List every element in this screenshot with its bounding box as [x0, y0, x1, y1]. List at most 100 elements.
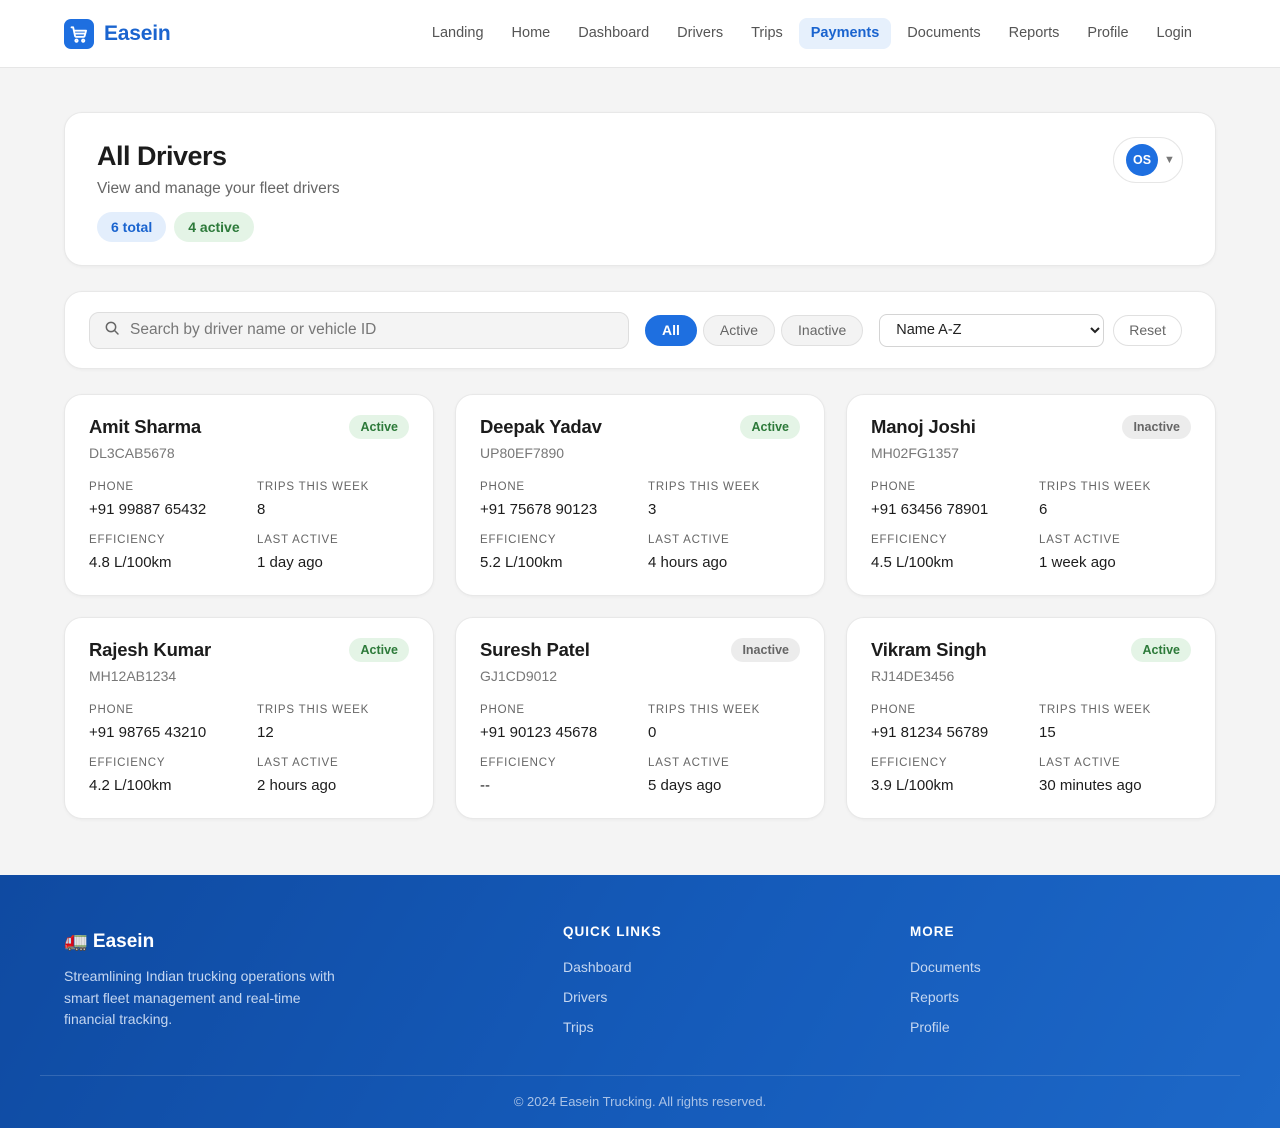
footer-link-documents[interactable]: Documents: [910, 959, 981, 975]
trips-value: 6: [1039, 501, 1048, 518]
nav-drivers[interactable]: Drivers: [665, 18, 735, 49]
page-header-card: All Drivers View and manage your fleet d…: [64, 112, 1216, 266]
brand[interactable]: Easein: [64, 18, 171, 49]
sort-select[interactable]: Name A-Z: [879, 313, 1105, 347]
status-badge: Active: [349, 415, 409, 439]
footer-link-dashboard[interactable]: Dashboard: [563, 959, 662, 975]
search-box: [89, 311, 629, 349]
nav-reports[interactable]: Reports: [997, 18, 1072, 49]
brand-name: Easein: [104, 21, 171, 45]
efficiency-label: EFFICIENCY: [480, 757, 557, 769]
phone-value: +91 75678 90123: [480, 501, 598, 518]
efficiency-field: EFFICIENCY --: [480, 757, 648, 794]
phone-value: +91 81234 56789: [871, 724, 989, 741]
driver-card[interactable]: Manoj Joshi MH02FG1357 Inactive PHONE +9…: [846, 394, 1216, 596]
last-active-value: 5 days ago: [648, 777, 722, 794]
active-drivers-badge: 4 active: [174, 212, 254, 242]
nav-documents[interactable]: Documents: [895, 18, 992, 49]
trips-field: TRIPS THIS WEEK 12: [257, 704, 409, 741]
driver-card[interactable]: Suresh Patel GJ1CD9012 Inactive PHONE +9…: [455, 617, 825, 819]
phone-field: PHONE +91 90123 45678: [480, 704, 648, 741]
phone-label: PHONE: [871, 704, 916, 716]
driver-card[interactable]: Deepak Yadav UP80EF7890 Active PHONE +91…: [455, 394, 825, 596]
trips-value: 0: [648, 724, 657, 741]
trips-label: TRIPS THIS WEEK: [257, 704, 370, 716]
footer-quick-links: QUICK LINKS Dashboard Drivers Trips: [563, 924, 662, 1035]
vehicle-id: GJ1CD9012: [480, 668, 558, 684]
reset-button[interactable]: Reset: [1113, 314, 1182, 346]
phone-field: PHONE +91 75678 90123: [480, 481, 648, 518]
footer-link-profile[interactable]: Profile: [910, 1019, 981, 1035]
phone-value: +91 90123 45678: [480, 724, 598, 741]
driver-details: PHONE +91 75678 90123 TRIPS THIS WEEK 3 …: [480, 481, 800, 571]
phone-label: PHONE: [480, 481, 525, 493]
efficiency-field: EFFICIENCY 4.2 L/100km: [89, 757, 257, 794]
footer-description: Streamlining Indian trucking operations …: [64, 968, 335, 1027]
nav-landing[interactable]: Landing: [420, 18, 496, 49]
phone-field: PHONE +91 98765 43210: [89, 704, 257, 741]
top-navbar: Easein Landing Home Dashboard Drivers Tr…: [0, 0, 1280, 68]
filter-active-button[interactable]: Active: [702, 314, 776, 346]
vehicle-id: MH12AB1234: [89, 668, 177, 684]
filter-inactive-button[interactable]: Inactive: [781, 314, 864, 346]
last-active-label: LAST ACTIVE: [648, 757, 730, 769]
nav-payments[interactable]: Payments: [798, 18, 892, 49]
efficiency-label: EFFICIENCY: [871, 757, 948, 769]
efficiency-label: EFFICIENCY: [480, 534, 557, 546]
last-active-field: LAST ACTIVE 30 minutes ago: [1039, 757, 1191, 794]
last-active-label: LAST ACTIVE: [257, 757, 339, 769]
cart-icon: [64, 18, 94, 49]
nav-dashboard[interactable]: Dashboard: [566, 18, 661, 49]
last-active-field: LAST ACTIVE 1 day ago: [257, 534, 409, 571]
efficiency-field: EFFICIENCY 4.5 L/100km: [871, 534, 1039, 571]
phone-label: PHONE: [871, 481, 916, 493]
driver-card[interactable]: Amit Sharma DL3CAB5678 Active PHONE +91 …: [64, 394, 434, 596]
efficiency-value: 4.8 L/100km: [89, 554, 172, 571]
filter-bar: All Active Inactive Name A-Z Reset: [64, 291, 1216, 369]
site-footer: 🚛 Easein Streamlining Indian trucking op…: [0, 875, 1280, 1128]
trips-label: TRIPS THIS WEEK: [648, 481, 761, 493]
footer-more-links: MORE Documents Reports Profile: [910, 924, 981, 1035]
trips-field: TRIPS THIS WEEK 0: [648, 704, 800, 741]
search-input[interactable]: [130, 321, 628, 339]
efficiency-value: 4.5 L/100km: [871, 554, 954, 571]
last-active-label: LAST ACTIVE: [1039, 534, 1121, 546]
footer-link-drivers[interactable]: Drivers: [563, 989, 662, 1005]
vehicle-id: DL3CAB5678: [89, 445, 175, 461]
last-active-label: LAST ACTIVE: [257, 534, 339, 546]
filter-all-button[interactable]: All: [645, 314, 697, 346]
status-filter-group: All Active Inactive: [645, 314, 864, 346]
trips-value: 8: [257, 501, 266, 518]
driver-card[interactable]: Vikram Singh RJ14DE3456 Active PHONE +91…: [846, 617, 1216, 819]
trips-field: TRIPS THIS WEEK 3: [648, 481, 800, 518]
status-badge: Active: [349, 638, 409, 662]
summary-badges: 6 total 4 active: [97, 212, 1183, 242]
trips-value: 12: [257, 724, 274, 741]
efficiency-value: 5.2 L/100km: [480, 554, 563, 571]
footer-link-reports[interactable]: Reports: [910, 989, 981, 1005]
nav-profile[interactable]: Profile: [1075, 18, 1140, 49]
nav-trips[interactable]: Trips: [739, 18, 795, 49]
driver-details: PHONE +91 98765 43210 TRIPS THIS WEEK 12…: [89, 704, 409, 794]
total-drivers-badge: 6 total: [97, 212, 167, 242]
driver-card[interactable]: Rajesh Kumar MH12AB1234 Active PHONE +91…: [64, 617, 434, 819]
trips-field: TRIPS THIS WEEK 6: [1039, 481, 1191, 518]
efficiency-field: EFFICIENCY 5.2 L/100km: [480, 534, 648, 571]
user-menu-button[interactable]: OS ▼: [1113, 137, 1183, 183]
status-badge: Active: [1131, 638, 1191, 662]
driver-grid: Amit Sharma DL3CAB5678 Active PHONE +91 …: [64, 394, 1216, 819]
trips-value: 15: [1039, 724, 1056, 741]
page-subtitle: View and manage your fleet drivers: [97, 180, 340, 197]
phone-value: +91 63456 78901: [871, 501, 989, 518]
nav-login[interactable]: Login: [1145, 18, 1204, 49]
efficiency-value: 4.2 L/100km: [89, 777, 172, 794]
nav-home[interactable]: Home: [500, 18, 563, 49]
phone-field: PHONE +91 81234 56789: [871, 704, 1039, 741]
last-active-value: 2 hours ago: [257, 777, 337, 794]
driver-details: PHONE +91 81234 56789 TRIPS THIS WEEK 15…: [871, 704, 1191, 794]
footer-brand: 🚛 Easein: [64, 931, 155, 952]
efficiency-field: EFFICIENCY 4.8 L/100km: [89, 534, 257, 571]
last-active-field: LAST ACTIVE 5 days ago: [648, 757, 800, 794]
caret-down-icon: ▼: [1164, 154, 1175, 166]
footer-link-trips[interactable]: Trips: [563, 1019, 662, 1035]
